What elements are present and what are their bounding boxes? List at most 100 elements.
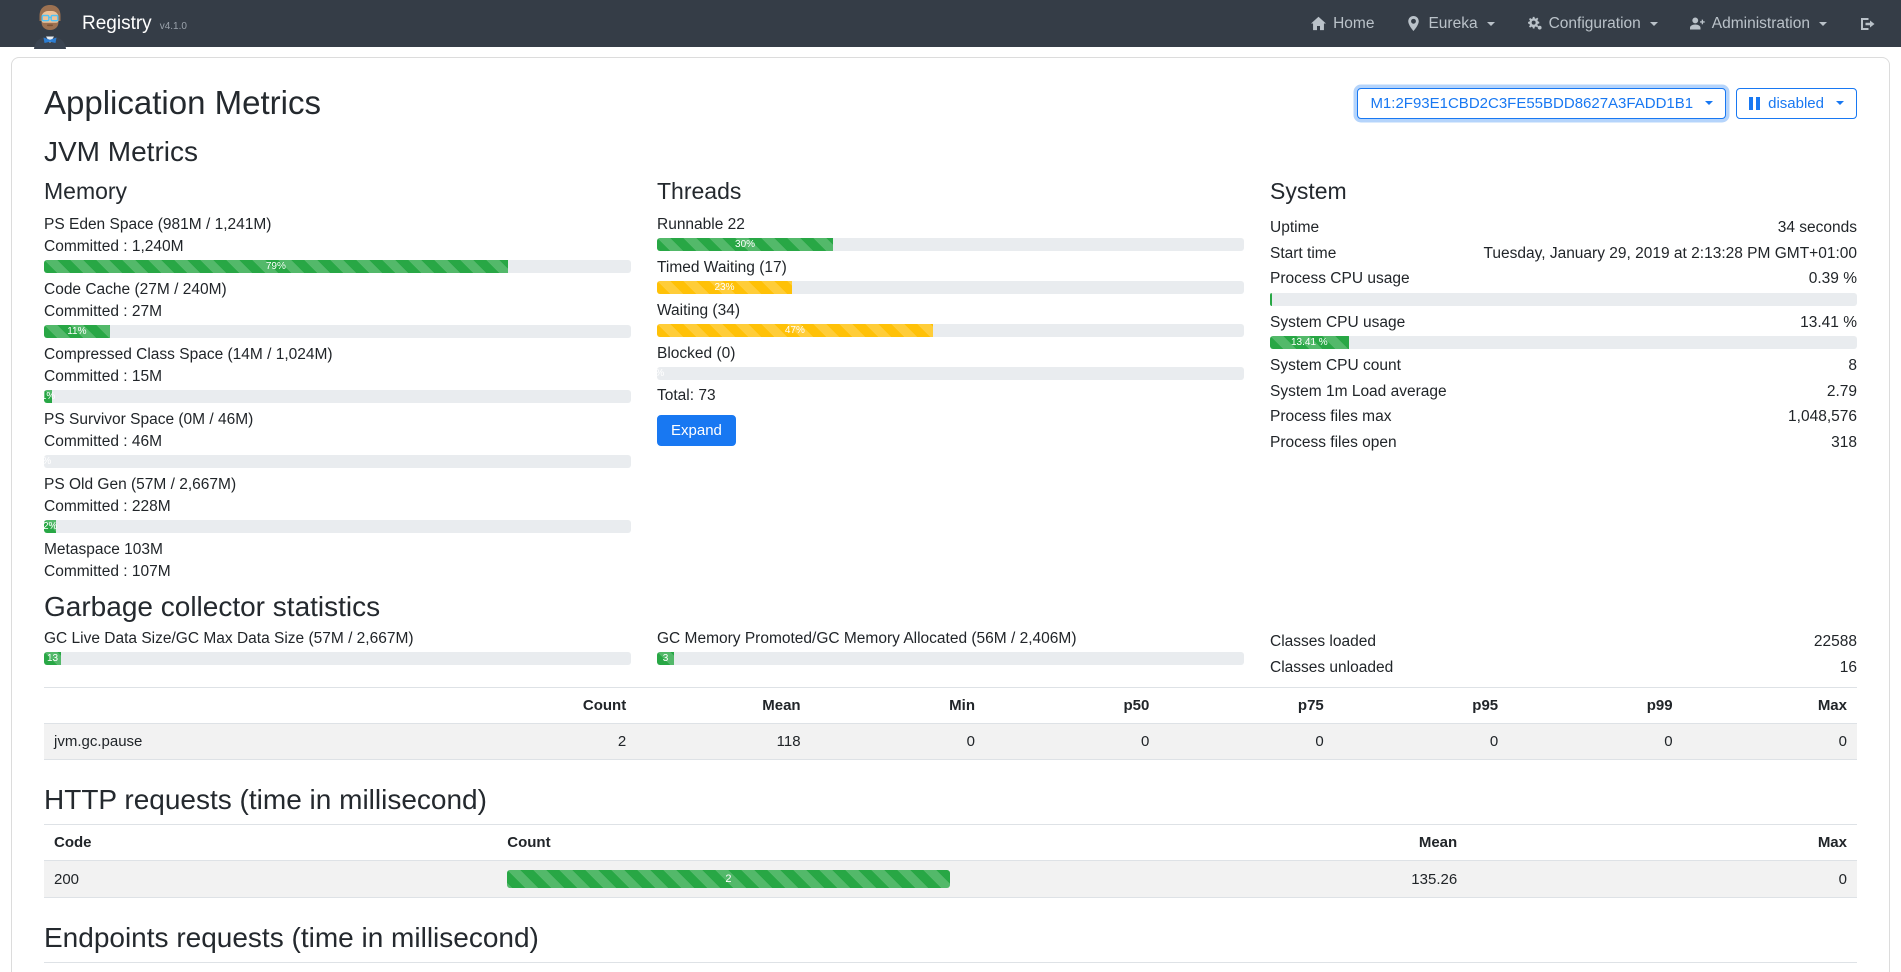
system-value: 13.41 % (1800, 310, 1857, 336)
progress-bar: 23% (657, 281, 1244, 294)
pool-name: Metaspace 103M (44, 540, 631, 559)
progress-bar: 11% (44, 325, 631, 338)
classes-value: 22588 (1814, 629, 1857, 655)
pool-committed: Committed : 27M (44, 302, 631, 321)
classes-row: Classes loaded 22588 (1270, 629, 1857, 655)
nav-administration[interactable]: Administration (1690, 15, 1827, 33)
nav-home[interactable]: Home (1311, 15, 1374, 33)
pool-name: Code Cache (27M / 240M) (44, 280, 631, 299)
col-header-count: Count (1161, 963, 1505, 972)
pool-name: PS Survivor Space (0M / 46M) (44, 410, 631, 429)
pool-committed: Committed : 228M (44, 497, 631, 516)
system-value: 0.39 % (1809, 266, 1857, 292)
system-column: System Uptime 34 seconds Start time Tues… (1270, 176, 1857, 581)
memory-pool: Metaspace 103M Committed : 107M (44, 540, 631, 581)
col-header-code: Code (44, 825, 497, 861)
http-code: 200 (44, 861, 497, 898)
progress-bar: 47% (657, 324, 1244, 337)
system-row: System CPU count 8 (1270, 353, 1857, 379)
refresh-rate-dropdown[interactable]: disabled (1736, 88, 1857, 119)
brand[interactable]: Registry v4.1.0 (30, 3, 187, 44)
pool-committed: Committed : 15M (44, 367, 631, 386)
refresh-rate-label: disabled (1768, 95, 1824, 112)
gc-label: GC Live Data Size/GC Max Data Size (57M … (44, 629, 631, 648)
http-requests-table: Code Count Mean Max 200 2 135.26 0 (44, 824, 1857, 898)
thread-state: Runnable 22 30% (657, 215, 1244, 251)
pool-committed: Committed : 1,240M (44, 237, 631, 256)
threads-total: Total: 73 (657, 387, 1244, 405)
col-header-count: Count (462, 688, 636, 724)
instance-selector-dropdown[interactable]: M1:2F93E1CBD2C3FE55BDD8627A3FADD1B1 (1357, 88, 1726, 119)
progress-bar: 2% (44, 520, 631, 533)
table-row: 200 2 135.26 0 (44, 861, 1857, 898)
system-row: Process files open 318 (1270, 430, 1857, 456)
progress-bar: 2 (507, 870, 949, 888)
gc-classes: Classes loaded 22588 Classes unloaded 16 (1270, 629, 1857, 681)
system-label: Start time (1270, 241, 1336, 267)
map-marker-icon (1406, 16, 1421, 31)
thread-state-name: Blocked (0) (657, 344, 1244, 363)
nav-eureka-label: Eureka (1428, 15, 1477, 33)
nav-configuration[interactable]: Configuration (1527, 15, 1658, 33)
system-value: 8 (1848, 353, 1857, 379)
sign-out-icon (1859, 16, 1875, 32)
col-header (44, 688, 462, 724)
col-header-p95: p95 (1334, 688, 1508, 724)
memory-pool: Code Cache (27M / 240M) Committed : 27M … (44, 280, 631, 338)
threads-column: Threads Runnable 22 30% Timed Waiting (1… (657, 176, 1244, 581)
chevron-down-icon (1487, 22, 1495, 26)
gc-heading: Garbage collector statistics (44, 591, 1857, 623)
pool-name: PS Eden Space (981M / 1,241M) (44, 215, 631, 234)
nav-administration-label: Administration (1712, 15, 1810, 33)
threads-heading: Threads (657, 178, 1244, 205)
table-row: jvm.gc.pause 2 118 0 0 0 0 0 0 (44, 724, 1857, 760)
col-header-url: Endpoint url (381, 963, 1161, 972)
system-value: 318 (1831, 430, 1857, 456)
system-row: System 1m Load average 2.79 (1270, 379, 1857, 405)
memory-pool: PS Survivor Space (0M / 46M) Committed :… (44, 410, 631, 468)
system-label: System CPU usage (1270, 310, 1405, 336)
progress-bar: 1% (44, 390, 631, 403)
page-title: Application Metrics (44, 84, 321, 122)
system-row: Process CPU usage 0.39 % (1270, 266, 1857, 292)
progress-bar: 13.41 % (1270, 336, 1857, 349)
gc-label: GC Memory Promoted/GC Memory Allocated (… (657, 629, 1244, 648)
expand-threads-button[interactable]: Expand (657, 415, 736, 446)
system-value: 34 seconds (1778, 215, 1857, 241)
home-icon (1311, 16, 1326, 31)
gc-pause-table: Count Mean Min p50 p75 p95 p99 Max jvm.g… (44, 687, 1857, 760)
nav-sign-out[interactable] (1859, 16, 1875, 32)
metrics-page: Application Metrics M1:2F93E1CBD2C3FE55B… (11, 57, 1890, 972)
chevron-down-icon (1836, 101, 1844, 105)
col-header-max: Max (1683, 688, 1857, 724)
progress-bar: 0% (657, 367, 1244, 380)
classes-value: 16 (1840, 655, 1857, 681)
progress-bar: 0% (44, 455, 631, 468)
system-row: Uptime 34 seconds (1270, 215, 1857, 241)
system-label: System CPU count (1270, 353, 1401, 379)
system-value: Tuesday, January 29, 2019 at 2:13:28 PM … (1483, 241, 1857, 267)
progress-bar: 3 (657, 652, 1244, 665)
classes-row: Classes unloaded 16 (1270, 655, 1857, 681)
progress-bar: 79% (44, 260, 631, 273)
thread-state: Waiting (34) 47% (657, 301, 1244, 337)
col-header-p75: p75 (1159, 688, 1333, 724)
system-label: Process CPU usage (1270, 266, 1410, 292)
col-header-max: Max (1467, 825, 1857, 861)
gc-live-data: GC Live Data Size/GC Max Data Size (57M … (44, 629, 631, 681)
gc-promoted: GC Memory Promoted/GC Memory Allocated (… (657, 629, 1244, 681)
thread-state-name: Waiting (34) (657, 301, 1244, 320)
pool-name: PS Old Gen (57M / 2,667M) (44, 475, 631, 494)
nav-eureka[interactable]: Eureka (1406, 15, 1494, 33)
cogs-icon (1527, 16, 1542, 31)
system-row: Start time Tuesday, January 29, 2019 at … (1270, 241, 1857, 267)
col-header-p50: p50 (985, 688, 1159, 724)
brand-name: Registry (82, 4, 152, 44)
user-plus-icon (1690, 16, 1705, 31)
system-heading: System (1270, 178, 1857, 205)
classes-label: Classes unloaded (1270, 655, 1393, 681)
pool-name: Compressed Class Space (14M / 1,024M) (44, 345, 631, 364)
thread-state-name: Timed Waiting (17) (657, 258, 1244, 277)
system-value: 2.79 (1827, 379, 1857, 405)
system-value: 1,048,576 (1788, 404, 1857, 430)
